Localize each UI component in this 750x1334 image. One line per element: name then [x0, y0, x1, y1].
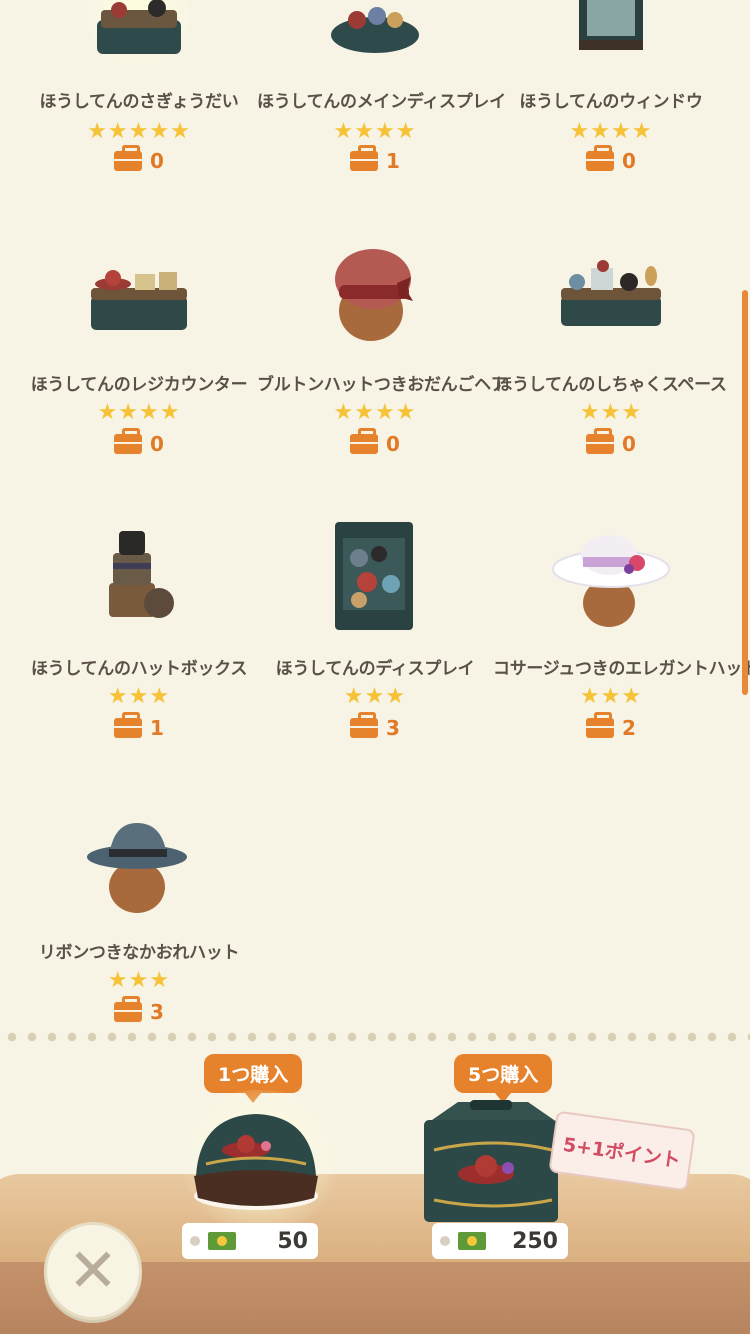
owned-count: 3: [21, 996, 257, 1024]
buy-five-label: 5つ購入: [454, 1054, 553, 1103]
owned-count: 2: [493, 712, 729, 740]
owned-count: 0: [21, 428, 257, 456]
breton-hat-icon: [335, 249, 413, 341]
currency-bill-icon: [458, 1232, 486, 1250]
owned-count: 1: [257, 145, 493, 173]
currency-bill-icon: [208, 1232, 236, 1250]
briefcase-icon: [350, 145, 379, 171]
list-item[interactable]: ほうしてんのディスプレイ ★★★ 3: [257, 518, 493, 768]
main-display-icon: [331, 7, 419, 53]
briefcase-icon: [114, 428, 143, 454]
item-name: ほうしてんのさぎょうだい: [39, 92, 239, 112]
list-item[interactable]: リボンつきなかおれハット ★★★ 3: [21, 802, 257, 1030]
fedora-icon: [87, 823, 187, 913]
display-case-icon: [335, 522, 413, 630]
item-name: ほうしてんのしちゃくスペース: [495, 375, 727, 395]
owned-count: 0: [257, 428, 493, 456]
gacha-capsule-single-icon[interactable]: [186, 1106, 326, 1216]
close-button[interactable]: ✕: [44, 1222, 142, 1320]
rarity-stars: ★★★: [579, 684, 643, 709]
briefcase-icon: [114, 996, 143, 1022]
workbench-icon: [97, 0, 181, 54]
rarity-stars: ★★★: [107, 684, 171, 709]
rarity-stars: ★★★: [343, 684, 407, 709]
briefcase-icon: [114, 712, 143, 738]
briefcase-icon: [350, 428, 379, 454]
item-name: コサージュつきのエレガントハット: [493, 659, 750, 679]
owned-count: 0: [493, 428, 729, 456]
list-item[interactable]: ブルトンハットつきおだんごヘア ★★★★ 0: [257, 234, 508, 484]
owned-count: 0: [493, 145, 729, 173]
item-name: ブルトンハットつきおだんごヘア: [257, 375, 508, 395]
rarity-stars: ★★★★: [333, 400, 417, 425]
briefcase-icon: [586, 145, 615, 171]
briefcase-icon: [586, 712, 615, 738]
list-item[interactable]: ほうしてんのレジカウンター ★★★★ 0: [21, 234, 257, 484]
price-tag-single[interactable]: 50: [182, 1223, 318, 1259]
item-name: リボンつきなかおれハット: [38, 943, 240, 963]
price-tag-multi[interactable]: 250: [432, 1223, 568, 1259]
item-name: ほうしてんのメインディスプレイ: [257, 92, 506, 112]
list-item[interactable]: ほうしてんのしちゃくスペース ★★★ 0: [493, 234, 729, 484]
owned-count: 3: [257, 712, 493, 740]
close-icon: ✕: [67, 1236, 119, 1306]
item-name: ほうしてんのディスプレイ: [275, 659, 475, 679]
item-name: ほうしてんのレジカウンター: [30, 375, 248, 395]
item-list[interactable]: ほうしてんのさぎょうだい ★★★★★ 0 ほうしてんのメインディスプレイ ★★★…: [0, 0, 750, 1030]
rarity-stars: ★★★: [107, 968, 171, 993]
rarity-stars: ★★★★★: [87, 119, 191, 144]
briefcase-icon: [114, 145, 143, 171]
list-item[interactable]: ほうしてんのハットボックス ★★★ 1: [21, 518, 257, 768]
owned-count: 0: [21, 145, 257, 173]
briefcase-icon: [586, 428, 615, 454]
list-item[interactable]: ほうしてんのウィンドウ ★★★★ 0: [493, 0, 729, 173]
rarity-stars: ★★★★: [569, 119, 653, 144]
rarity-stars: ★★★★: [97, 400, 181, 425]
scrollbar[interactable]: [742, 290, 748, 695]
price-multi: 250: [512, 1228, 558, 1254]
hatbox-icon: [109, 531, 174, 618]
briefcase-icon: [350, 712, 379, 738]
list-item[interactable]: コサージュつきのエレガントハット ★★★ 2: [493, 518, 750, 768]
rarity-stars: ★★★★: [333, 119, 417, 144]
item-name: ほうしてんのウィンドウ: [519, 92, 703, 112]
rarity-stars: ★★★: [579, 400, 643, 425]
list-item[interactable]: ほうしてんのさぎょうだい ★★★★★ 0: [21, 0, 257, 173]
window-icon: [579, 0, 643, 50]
price-single: 50: [277, 1228, 308, 1254]
list-item[interactable]: ほうしてんのメインディスプレイ ★★★★ 1: [257, 0, 506, 173]
gacha-box-multi-icon[interactable]: [418, 1100, 568, 1224]
divider: [0, 1030, 750, 1044]
register-counter-icon: [91, 270, 187, 330]
fitting-space-icon: [561, 260, 661, 326]
buy-one-label: 1つ購入: [204, 1054, 303, 1103]
elegant-hat-icon: [552, 535, 670, 627]
owned-count: 1: [21, 712, 257, 740]
item-name: ほうしてんのハットボックス: [30, 659, 248, 679]
